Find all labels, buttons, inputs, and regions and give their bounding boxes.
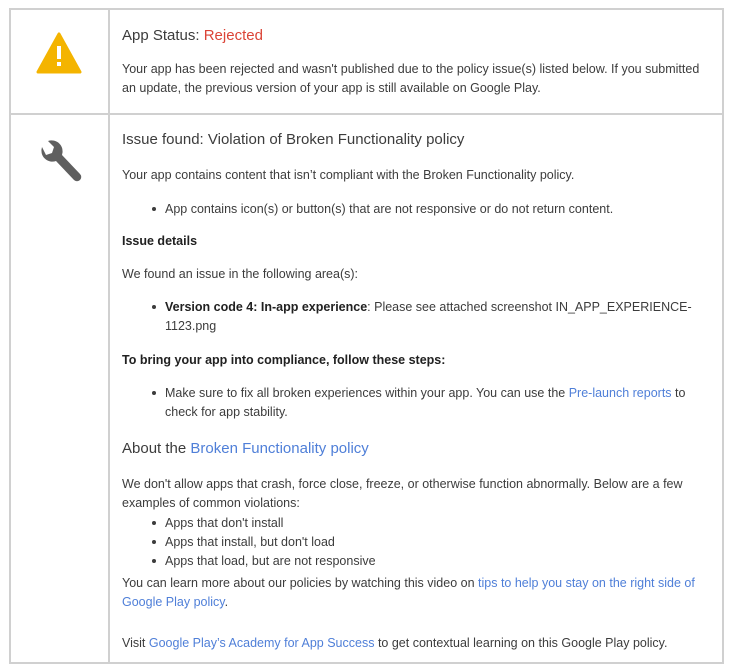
about-paragraph: We don't allow apps that crash, force cl… [122, 477, 683, 510]
status-row: App Status: Rejected Your app has been r… [11, 10, 722, 115]
list-item: Apps that load, but are not responsive [150, 552, 700, 571]
issue-details-list: Version code 4: In-app experience: Pleas… [150, 298, 700, 336]
warning-icon [36, 32, 82, 74]
policy-notice-table: App Status: Rejected Your app has been r… [9, 8, 724, 664]
academy-link[interactable]: Google Play’s Academy for App Success [149, 636, 375, 650]
pre-launch-reports-link[interactable]: Pre-launch reports [569, 386, 672, 400]
academy-text-before: Visit [122, 636, 149, 650]
issue-intro: Your app contains content that isn’t com… [122, 168, 575, 182]
status-icon-cell [11, 10, 110, 113]
list-item: Make sure to fix all broken experiences … [150, 384, 700, 422]
issue-icon-cell [11, 115, 110, 662]
academy-paragraph: Visit Google Play’s Academy for App Succ… [122, 634, 708, 653]
step-text-before: Make sure to fix all broken experiences … [165, 386, 569, 400]
issue-details-intro: We found an issue in the following area(… [122, 267, 359, 281]
status-badge: Rejected [203, 27, 263, 44]
issue-intro-list: App contains icon(s) or button(s) that a… [150, 200, 700, 219]
issue-row: Issue found: Violation of Broken Functio… [11, 115, 722, 662]
video-text-after: . [224, 595, 229, 609]
detail-item-label: Version code 4: In-app experience [165, 300, 368, 314]
about-heading: About the Broken Functionality policy [122, 439, 369, 459]
list-item: Apps that don't install [150, 514, 700, 533]
list-item: Version code 4: In-app experience: Pleas… [150, 298, 700, 336]
issue-heading: Issue found: Violation of Broken Functio… [122, 131, 465, 148]
video-paragraph: You can learn more about our policies by… [122, 574, 708, 612]
issue-details-heading: Issue details [122, 234, 198, 248]
status-description: Your app has been rejected and wasn't pu… [122, 62, 700, 95]
issue-steps-heading: To bring your app into compliance, follo… [122, 353, 446, 367]
academy-text-after: to get contextual learning on this Googl… [374, 636, 668, 650]
issue-steps-list: Make sure to fix all broken experiences … [150, 384, 700, 422]
broken-functionality-policy-link[interactable]: Broken Functionality policy [190, 440, 368, 457]
status-content: App Status: Rejected Your app has been r… [110, 10, 722, 113]
wrench-icon [41, 140, 82, 182]
list-item: Apps that install, but don't load [150, 533, 700, 552]
video-text-before: You can learn more about our policies by… [122, 576, 479, 590]
about-heading-prefix: About the [122, 440, 191, 457]
status-heading: App Status: Rejected [122, 26, 263, 46]
status-heading-prefix: App Status: [122, 27, 204, 44]
violation-examples-list: Apps that don't install Apps that instal… [150, 514, 700, 571]
list-item: App contains icon(s) or button(s) that a… [150, 200, 700, 219]
issue-content: Issue found: Violation of Broken Functio… [110, 115, 722, 662]
